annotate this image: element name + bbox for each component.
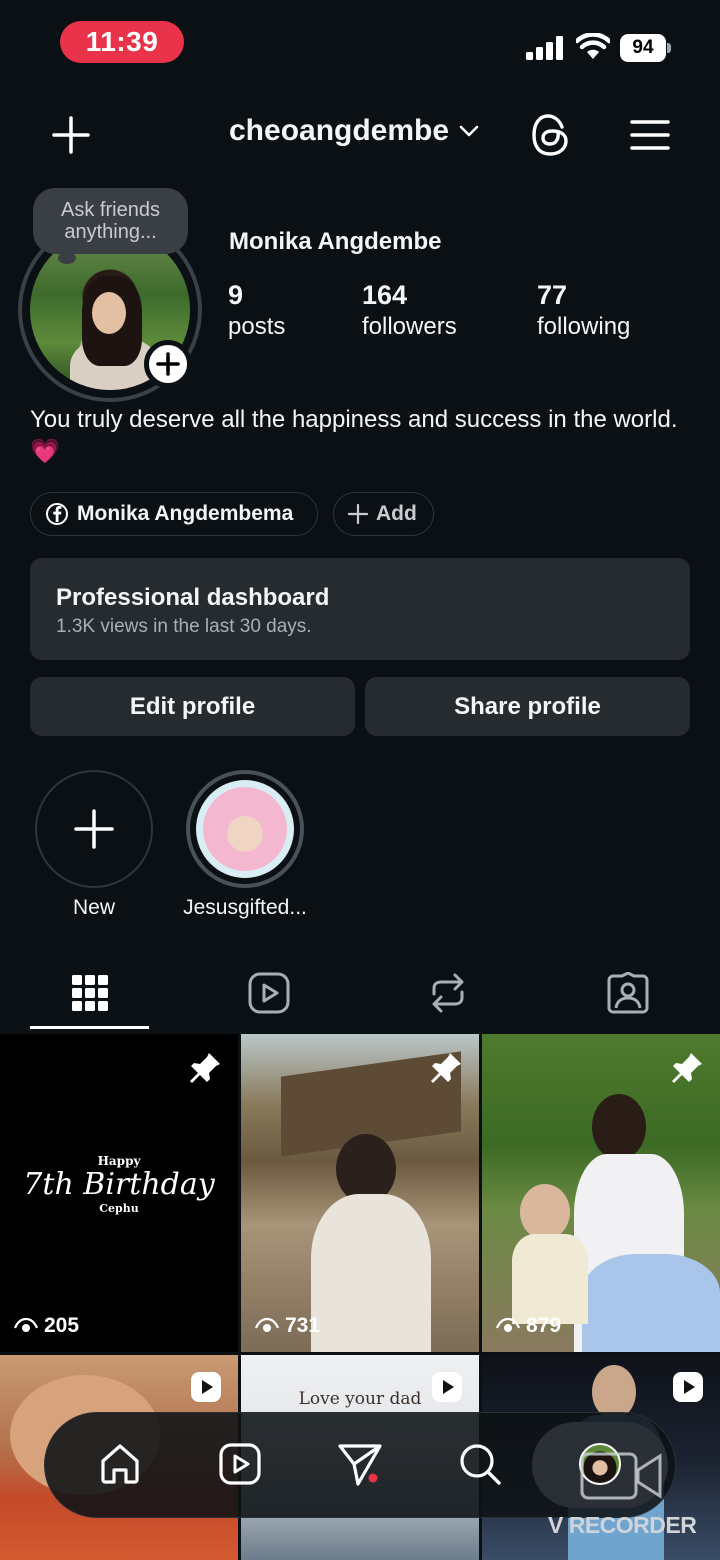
post-views: 731 (255, 1314, 320, 1338)
new-highlight-label: New (72, 896, 115, 919)
reel-icon (191, 1372, 221, 1402)
threads-icon (532, 114, 568, 156)
share-profile-button[interactable]: Share profile (365, 677, 690, 736)
post-2-body (311, 1194, 431, 1352)
post-3-child-head (520, 1184, 570, 1240)
following-label: following (537, 313, 631, 340)
post-views-count: 205 (44, 1314, 80, 1337)
post-3-child-body (512, 1234, 588, 1324)
dashboard-subtitle: 1.3K views in the last 30 days. (56, 616, 312, 637)
status-time: 11:39 (60, 21, 184, 63)
facebook-link-chip[interactable]: Monika Angdembema (30, 492, 318, 536)
plus-icon (74, 809, 114, 849)
avatar-face (92, 292, 126, 334)
nav-search[interactable] (448, 1432, 512, 1496)
post-3-head (592, 1094, 646, 1160)
username-label: cheoangdembe (229, 114, 450, 147)
reel-icon (673, 1372, 703, 1402)
note-bubble-tail (58, 252, 76, 264)
birthday-line-2: 7th Birthday (23, 1167, 215, 1202)
video-camera-icon (580, 1452, 662, 1500)
reel-icon (432, 1372, 462, 1402)
plus-icon (52, 116, 90, 154)
facebook-icon (46, 503, 68, 525)
add-link-label: Add (376, 502, 417, 525)
profile-bio: You truly deserve all the happiness and … (30, 406, 678, 465)
new-highlight-button[interactable] (35, 770, 153, 888)
profile-header: cheoangdembe (0, 100, 720, 170)
status-bar: 11:39 94 (0, 0, 720, 96)
note-bubble[interactable]: Ask friends anything... (33, 188, 188, 254)
tab-tagged[interactable] (598, 966, 658, 1020)
tab-reels[interactable] (239, 966, 299, 1020)
followers-label: followers (362, 313, 457, 340)
tab-posts-grid[interactable] (60, 966, 120, 1020)
post-3-skirt (582, 1254, 720, 1352)
pin-icon (672, 1052, 702, 1083)
create-button[interactable] (48, 112, 94, 158)
reels-icon (219, 1443, 261, 1485)
grid-icon (72, 975, 108, 1011)
dashboard-title: Professional dashboard (56, 584, 330, 611)
battery-level: 94 (620, 34, 666, 62)
add-link-chip[interactable]: Add (333, 492, 434, 536)
nav-reels[interactable] (208, 1432, 272, 1496)
plus-icon (348, 504, 368, 524)
professional-dashboard[interactable]: Professional dashboard 1.3K views in the… (30, 558, 690, 660)
repost-icon (432, 973, 464, 1013)
following-count: 77 (537, 280, 568, 310)
send-icon (338, 1444, 382, 1486)
post-tile-3[interactable]: 879 (482, 1034, 720, 1352)
post-views: 205 (14, 1314, 79, 1338)
post-tile-2[interactable]: 731 (241, 1034, 479, 1352)
chevron-down-icon (459, 125, 479, 137)
tagged-person-icon (607, 972, 649, 1014)
hamburger-menu-icon (630, 120, 670, 150)
highlight-jesusgifted[interactable] (186, 770, 304, 888)
search-icon (460, 1444, 501, 1485)
battery-nub (667, 43, 671, 53)
followers-stat[interactable]: 164 followers (362, 280, 457, 341)
plus-icon (156, 352, 180, 376)
nav-home[interactable] (88, 1432, 152, 1496)
following-stat[interactable]: 77 following (537, 280, 630, 341)
home-icon (101, 1444, 139, 1484)
highlight-thumbnail (196, 780, 294, 878)
facebook-link-label: Monika Angdembema (77, 502, 294, 525)
edit-profile-button[interactable]: Edit profile (30, 677, 355, 736)
nav-direct-messages[interactable] (328, 1432, 392, 1496)
cellular-signal-icon (526, 36, 563, 60)
posts-stat[interactable]: 9 posts (228, 280, 285, 341)
play-count-icon (14, 1317, 38, 1332)
recorder-watermark: V RECORDER (548, 1512, 697, 1538)
wifi-icon (576, 33, 610, 59)
birthday-post-text: Happy 7th Birthday Cephu (0, 1154, 238, 1215)
post-tile-1[interactable]: Happy 7th Birthday Cephu 205 (0, 1034, 238, 1352)
post-views-count: 731 (285, 1314, 321, 1337)
add-story-button[interactable] (144, 340, 192, 388)
profile-full-name: Monika Angdembe (229, 228, 442, 255)
menu-button[interactable] (628, 114, 672, 156)
birthday-line-1: Happy (97, 1154, 141, 1168)
post-views: 879 (496, 1314, 561, 1338)
play-count-icon (255, 1317, 279, 1332)
battery-indicator: 94 (620, 34, 672, 62)
pin-icon (190, 1052, 220, 1083)
play-count-icon (496, 1317, 520, 1332)
highlight-jesusgifted-label: Jesusgifted... (183, 896, 307, 919)
posts-label: posts (228, 313, 286, 340)
account-switcher[interactable]: cheoangdembe (229, 114, 479, 148)
post-views-count: 879 (526, 1314, 562, 1337)
birthday-line-3: Cephu (99, 1202, 139, 1215)
reels-icon (248, 972, 290, 1014)
followers-count: 164 (362, 280, 408, 310)
posts-count: 9 (228, 280, 244, 310)
active-tab-indicator (30, 1026, 149, 1029)
tab-reposts[interactable] (418, 966, 478, 1020)
pin-icon (431, 1052, 461, 1083)
threads-button[interactable] (528, 110, 574, 160)
post-6-head (592, 1365, 636, 1419)
